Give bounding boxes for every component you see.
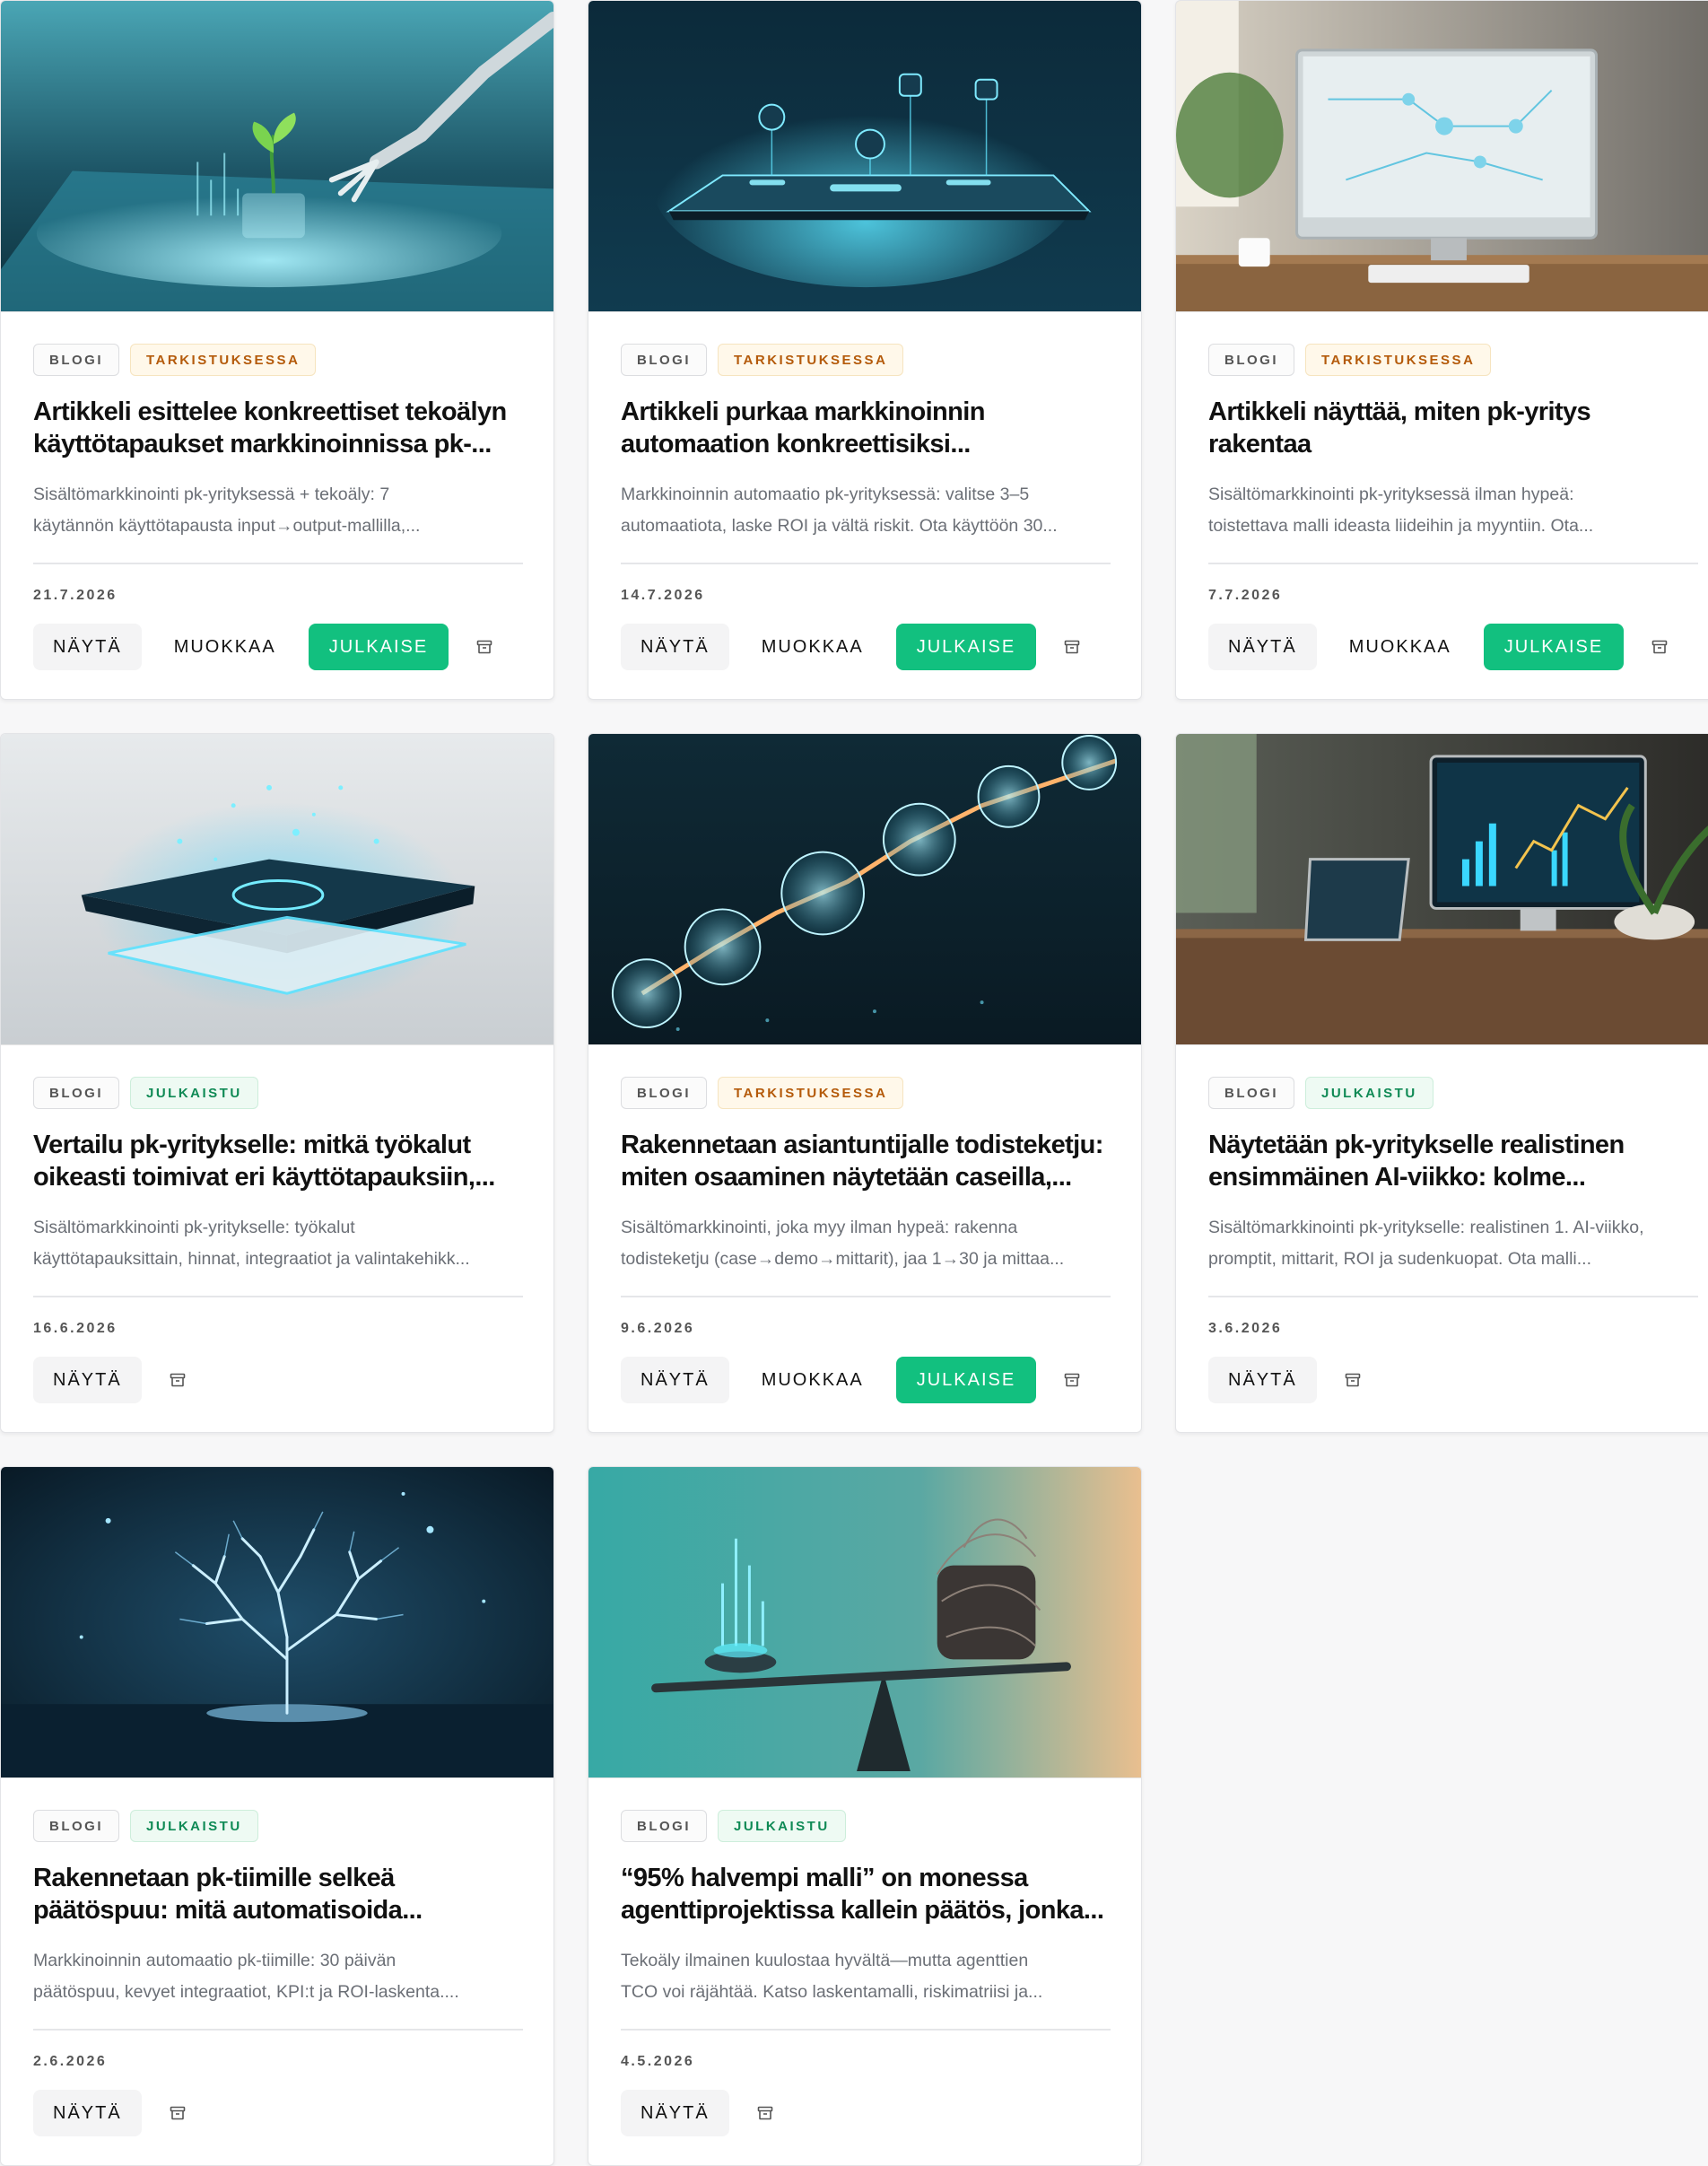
archive-icon[interactable] — [1636, 624, 1683, 670]
article-date: 16.6.2026 — [33, 1321, 118, 1336]
article-date: 9.6.2026 — [621, 1321, 695, 1336]
status-badge: JULKAISTU — [1305, 1077, 1434, 1109]
article-description: Sisältömarkkinointi pk-yritykselle: real… — [1208, 1218, 1644, 1269]
divider — [1208, 563, 1698, 564]
divider — [621, 1296, 1111, 1297]
article-title[interactable]: Rakennetaan pk-tiimille selkeä päätöspuu… — [33, 1862, 521, 1926]
divider — [1208, 1296, 1698, 1297]
article-title[interactable]: Vertailu pk-yritykselle: mitkä työkalut … — [33, 1129, 521, 1193]
edit-button[interactable]: MUOKKAA — [742, 1357, 884, 1403]
archive-icon[interactable] — [461, 624, 508, 670]
article-thumbnail[interactable] — [588, 734, 1141, 1045]
status-badge: JULKAISTU — [718, 1810, 846, 1842]
show-button[interactable]: NÄYTÄ — [33, 1357, 142, 1403]
article-card: BLOGI JULKAISTU Näytetään pk-yritykselle… — [1175, 733, 1708, 1433]
show-button[interactable]: NÄYTÄ — [1208, 1357, 1317, 1403]
article-date: 2.6.2026 — [33, 2054, 108, 2069]
type-badge: BLOGI — [621, 1077, 707, 1109]
article-date: 7.7.2026 — [1208, 588, 1283, 603]
thumbnail-image — [588, 1, 1141, 311]
show-button[interactable]: NÄYTÄ — [621, 624, 729, 670]
article-thumbnail[interactable] — [1, 734, 553, 1045]
article-title[interactable]: Artikkeli esittelee konkreettiset tekoäl… — [33, 396, 521, 460]
article-description: Markkinoinnin automaatio pk-tiimille: 30… — [33, 1951, 459, 2002]
article-thumbnail[interactable] — [588, 1467, 1141, 1778]
type-badge: BLOGI — [1208, 344, 1294, 376]
thumbnail-image — [1, 734, 553, 1044]
publish-button[interactable]: JULKAISE — [895, 1357, 1037, 1403]
show-button[interactable]: NÄYTÄ — [33, 2090, 142, 2136]
type-badge: BLOGI — [33, 344, 119, 376]
publish-button[interactable]: JULKAISE — [895, 624, 1037, 670]
article-card: BLOGI JULKAISTU Vertailu pk-yritykselle:… — [0, 733, 554, 1433]
edit-button[interactable]: MUOKKAA — [154, 624, 296, 670]
publish-button[interactable]: JULKAISE — [1483, 624, 1625, 670]
status-badge: TARKISTUKSESSA — [718, 1077, 904, 1109]
status-badge: JULKAISTU — [130, 1810, 258, 1842]
divider — [33, 563, 523, 564]
divider — [33, 2029, 523, 2031]
article-card: BLOGI JULKAISTU Rakennetaan pk-tiimille … — [0, 1466, 554, 2166]
article-thumbnail[interactable] — [1, 1467, 553, 1778]
article-card: BLOGI JULKAISTU “95% halvempi malli” on … — [588, 1466, 1142, 2166]
article-date: 4.5.2026 — [621, 2054, 695, 2069]
article-card: BLOGI TARKISTUKSESSA Rakennetaan asiantu… — [588, 733, 1142, 1433]
article-description: Markkinoinnin automaatio pk-yrityksessä:… — [621, 485, 1058, 536]
archive-icon[interactable] — [154, 1357, 201, 1403]
thumbnail-image — [1, 1467, 553, 1777]
article-thumbnail[interactable] — [1176, 1, 1708, 312]
article-thumbnail[interactable] — [588, 1, 1141, 312]
divider — [33, 1296, 523, 1297]
status-badge: TARKISTUKSESSA — [130, 344, 317, 376]
thumbnail-image — [588, 734, 1141, 1044]
thumbnail-image — [1176, 734, 1708, 1044]
article-date: 14.7.2026 — [621, 588, 705, 603]
show-button[interactable]: NÄYTÄ — [621, 1357, 729, 1403]
article-description: Sisältömarkkinointi, joka myy ilman hype… — [621, 1218, 1065, 1269]
article-thumbnail[interactable] — [1, 1, 553, 312]
article-description: Sisältömarkkinointi pk-yrityksessä + tek… — [33, 485, 421, 536]
archive-icon[interactable] — [1049, 624, 1095, 670]
article-date: 21.7.2026 — [33, 588, 118, 603]
article-grid: BLOGI TARKISTUKSESSA Artikkeli esittelee… — [0, 0, 1708, 2166]
type-badge: BLOGI — [33, 1077, 119, 1109]
show-button[interactable]: NÄYTÄ — [1208, 624, 1317, 670]
type-badge: BLOGI — [621, 1810, 707, 1842]
article-title[interactable]: Näytetään pk-yritykselle realistinen ens… — [1208, 1129, 1696, 1193]
archive-icon[interactable] — [742, 2090, 789, 2136]
article-title[interactable]: Rakennetaan asiantuntijalle todisteketju… — [621, 1129, 1109, 1193]
article-title[interactable]: Artikkeli purkaa markkinoinnin automaati… — [621, 396, 1109, 460]
type-badge: BLOGI — [621, 344, 707, 376]
article-card: BLOGI TARKISTUKSESSA Artikkeli esittelee… — [0, 0, 554, 700]
thumbnail-image — [1176, 1, 1708, 311]
divider — [621, 563, 1111, 564]
show-button[interactable]: NÄYTÄ — [33, 624, 142, 670]
article-description: Sisältömarkkinointi pk-yritykselle: työk… — [33, 1218, 470, 1269]
type-badge: BLOGI — [33, 1810, 119, 1842]
publish-button[interactable]: JULKAISE — [308, 624, 449, 670]
show-button[interactable]: NÄYTÄ — [621, 2090, 729, 2136]
archive-icon[interactable] — [1329, 1357, 1376, 1403]
edit-button[interactable]: MUOKKAA — [1329, 624, 1471, 670]
article-description: Sisältömarkkinointi pk-yrityksessä ilman… — [1208, 485, 1594, 536]
status-badge: TARKISTUKSESSA — [718, 344, 904, 376]
archive-icon[interactable] — [154, 2090, 201, 2136]
thumbnail-image — [1, 1, 553, 311]
status-badge: TARKISTUKSESSA — [1305, 344, 1492, 376]
article-date: 3.6.2026 — [1208, 1321, 1283, 1336]
article-card: BLOGI TARKISTUKSESSA Artikkeli näyttää, … — [1175, 0, 1708, 700]
article-thumbnail[interactable] — [1176, 734, 1708, 1045]
status-badge: JULKAISTU — [130, 1077, 258, 1109]
article-description: Tekoäly ilmainen kuulostaa hyvältä—mutta… — [621, 1951, 1043, 2002]
archive-icon[interactable] — [1049, 1357, 1095, 1403]
edit-button[interactable]: MUOKKAA — [742, 624, 884, 670]
divider — [621, 2029, 1111, 2031]
article-card: BLOGI TARKISTUKSESSA Artikkeli purkaa ma… — [588, 0, 1142, 700]
thumbnail-image — [588, 1467, 1141, 1777]
type-badge: BLOGI — [1208, 1077, 1294, 1109]
article-title[interactable]: “95% halvempi malli” on monessa agenttip… — [621, 1862, 1109, 1926]
article-title[interactable]: Artikkeli näyttää, miten pk-yritys raken… — [1208, 396, 1696, 460]
